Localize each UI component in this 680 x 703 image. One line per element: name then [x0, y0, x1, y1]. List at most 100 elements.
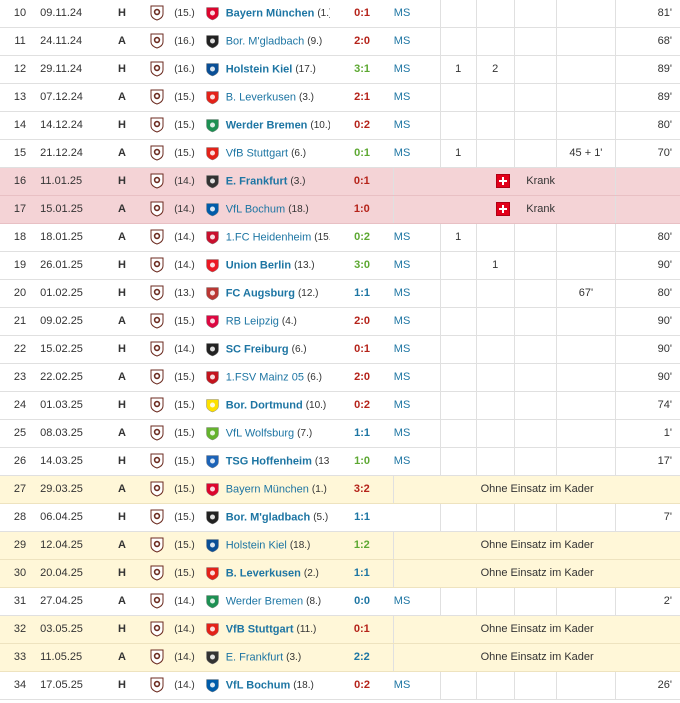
opponent-cell[interactable]: VfL Bochum (18.) — [202, 195, 331, 224]
opponent-link[interactable]: Werder Bremen — [226, 595, 303, 607]
result-text[interactable]: 2:0 — [354, 35, 370, 47]
result-link[interactable]: 2:2 — [330, 643, 394, 672]
opponent-crest-icon[interactable] — [203, 678, 226, 692]
club-crest-icon[interactable] — [140, 0, 175, 28]
opponent-link[interactable]: Werder Bremen — [226, 119, 308, 131]
opponent-crest-icon[interactable] — [203, 482, 226, 496]
position-cell[interactable]: MS — [393, 27, 441, 56]
opponent-crest-icon[interactable] — [203, 7, 226, 21]
opponent-crest-icon[interactable] — [203, 398, 226, 412]
opponent-link[interactable]: VfB Stuttgart — [226, 147, 288, 159]
club-crest-icon[interactable] — [140, 671, 175, 700]
result-link[interactable]: 3:1 — [330, 55, 394, 84]
opponent-crest-icon[interactable] — [203, 202, 226, 216]
opponent-link[interactable]: VfL Bochum — [226, 679, 291, 691]
opponent-link[interactable]: Holstein Kiel — [226, 63, 293, 75]
club-crest-icon[interactable] — [140, 587, 175, 616]
result-text[interactable]: 2:0 — [354, 371, 370, 383]
opponent-link[interactable]: VfL Bochum — [226, 203, 286, 215]
result-link[interactable]: 1:0 — [330, 447, 394, 476]
opponent-crest-icon[interactable] — [203, 622, 226, 636]
opponent-crest-icon[interactable] — [203, 594, 226, 608]
opponent-crest-icon[interactable] — [203, 146, 226, 160]
club-crest-icon[interactable] — [140, 83, 175, 112]
opponent-cell[interactable]: Bor. M'gladbach (5.) — [202, 503, 331, 532]
opponent-link[interactable]: B. Leverkusen — [226, 91, 296, 103]
position-cell[interactable]: MS — [393, 419, 441, 448]
position-cell[interactable]: MS — [393, 55, 441, 84]
result-text[interactable]: 0:1 — [354, 343, 370, 355]
opponent-cell[interactable]: Werder Bremen (10.) — [202, 111, 331, 140]
opponent-cell[interactable]: RB Leipzig (4.) — [202, 307, 331, 336]
position-cell[interactable]: MS — [393, 139, 441, 168]
opponent-cell[interactable]: Holstein Kiel (18.) — [202, 531, 331, 560]
opponent-crest-icon[interactable] — [203, 454, 226, 468]
club-crest-icon[interactable] — [140, 195, 175, 224]
opponent-cell[interactable]: Bor. M'gladbach (9.) — [202, 27, 331, 56]
result-text[interactable]: 1:0 — [354, 455, 370, 467]
club-crest-icon[interactable] — [140, 139, 175, 168]
position-cell[interactable]: MS — [393, 111, 441, 140]
opponent-link[interactable]: E. Frankfurt — [226, 175, 288, 187]
result-text[interactable]: 0:1 — [354, 7, 370, 19]
result-link[interactable]: 1:0 — [330, 195, 394, 224]
opponent-link[interactable]: Bor. M'gladbach — [226, 35, 305, 47]
result-text[interactable]: 0:1 — [354, 623, 370, 635]
position-cell[interactable]: MS — [393, 279, 441, 308]
club-crest-icon[interactable] — [140, 167, 175, 196]
opponent-link[interactable]: Bayern München — [226, 7, 315, 19]
opponent-cell[interactable]: Werder Bremen (8.) — [202, 587, 331, 616]
opponent-link[interactable]: E. Frankfurt — [226, 651, 283, 663]
opponent-cell[interactable]: Bayern München(1.) — [202, 475, 331, 504]
result-link[interactable]: 1:1 — [330, 559, 394, 588]
opponent-crest-icon[interactable] — [203, 650, 226, 664]
opponent-crest-icon[interactable] — [203, 566, 226, 580]
result-text[interactable]: 0:2 — [354, 399, 370, 411]
result-link[interactable]: 1:1 — [330, 279, 394, 308]
opponent-crest-icon[interactable] — [203, 118, 226, 132]
result-link[interactable]: 0:1 — [330, 139, 394, 168]
position-cell[interactable] — [393, 503, 441, 532]
result-link[interactable]: 0:1 — [330, 615, 394, 644]
result-link[interactable]: 0:2 — [330, 671, 394, 700]
position-cell[interactable]: MS — [393, 0, 441, 28]
opponent-cell[interactable]: Union Berlin (13.) — [202, 251, 331, 280]
result-link[interactable]: 2:0 — [330, 363, 394, 392]
club-crest-icon[interactable] — [140, 111, 175, 140]
result-text[interactable]: 1:1 — [354, 427, 370, 439]
opponent-link[interactable]: Bor. Dortmund — [226, 399, 303, 411]
result-link[interactable]: 1:1 — [330, 503, 394, 532]
opponent-crest-icon[interactable] — [203, 314, 226, 328]
position-cell[interactable]: MS — [393, 335, 441, 364]
opponent-cell[interactable]: VfB Stuttgart (11.) — [202, 615, 331, 644]
result-link[interactable]: 1:1 — [330, 419, 394, 448]
club-crest-icon[interactable] — [140, 447, 175, 476]
opponent-cell[interactable]: 1.FC Heidenheim(15.) — [202, 223, 331, 252]
result-text[interactable]: 3:2 — [354, 483, 370, 495]
result-text[interactable]: 1:1 — [354, 287, 370, 299]
result-text[interactable]: 3:0 — [354, 259, 370, 271]
opponent-crest-icon[interactable] — [203, 174, 226, 188]
result-link[interactable]: 0:1 — [330, 335, 394, 364]
opponent-cell[interactable]: FC Augsburg (12.) — [202, 279, 331, 308]
club-crest-icon[interactable] — [140, 391, 175, 420]
club-crest-icon[interactable] — [140, 223, 175, 252]
position-cell[interactable]: MS — [393, 251, 441, 280]
position-cell[interactable]: MS — [393, 391, 441, 420]
opponent-link[interactable]: B. Leverkusen — [226, 567, 301, 579]
result-text[interactable]: 1:2 — [354, 539, 370, 551]
result-text[interactable]: 0:1 — [354, 147, 370, 159]
opponent-cell[interactable]: Bayern München(1.) — [202, 0, 331, 28]
opponent-crest-icon[interactable] — [203, 34, 226, 48]
opponent-crest-icon[interactable] — [203, 90, 226, 104]
opponent-crest-icon[interactable] — [203, 286, 226, 300]
club-crest-icon[interactable] — [140, 559, 175, 588]
opponent-link[interactable]: Bor. M'gladbach — [226, 511, 311, 523]
opponent-cell[interactable]: TSG Hoffenheim(13.) — [202, 447, 331, 476]
position-cell[interactable]: MS — [393, 447, 441, 476]
result-text[interactable]: 2:1 — [354, 91, 370, 103]
club-crest-icon[interactable] — [140, 643, 175, 672]
opponent-cell[interactable]: Bor. Dortmund (10.) — [202, 391, 331, 420]
opponent-cell[interactable]: B. Leverkusen (2.) — [202, 559, 331, 588]
result-text[interactable]: 0:2 — [354, 231, 370, 243]
